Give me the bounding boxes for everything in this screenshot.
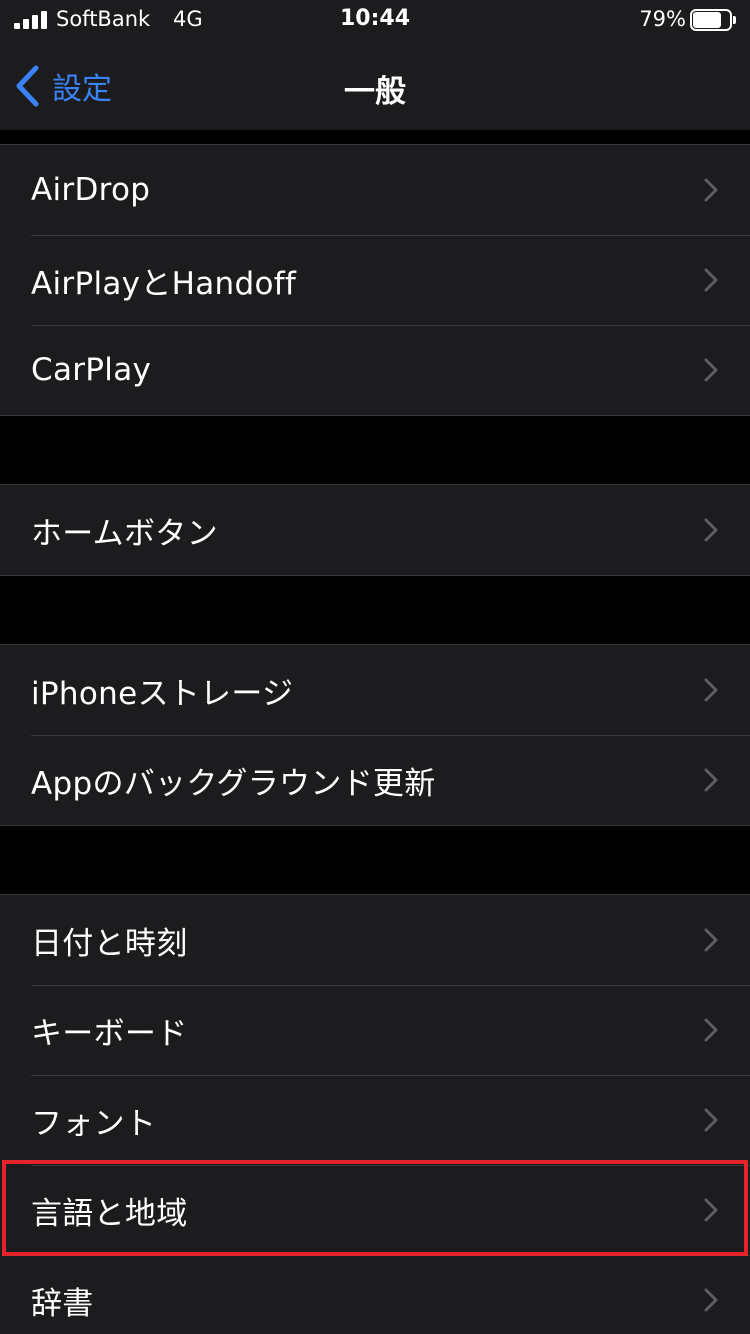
chevron-right-icon (704, 1198, 718, 1222)
list-item-label: AirPlayとHandoff (31, 265, 297, 302)
page-title: 一般 (344, 74, 406, 110)
settings-group-storage: iPhoneストレージ Appのバックグラウンド更新 (0, 644, 750, 826)
settings-general-screen: SoftBank 4G 10:44 79% 設定 一般 AirDrop AirP… (0, 0, 750, 1334)
list-item-date-time[interactable]: 日付と時刻 (0, 895, 750, 985)
list-item-label: AirDrop (31, 172, 151, 208)
list-item-airdrop[interactable]: AirDrop (0, 145, 750, 235)
chevron-right-icon (704, 178, 718, 202)
list-item-background-app-refresh[interactable]: Appのバックグラウンド更新 (0, 735, 750, 825)
list-item-fonts[interactable]: フォント (0, 1075, 750, 1165)
chevron-right-icon (704, 1018, 718, 1042)
settings-group-locale: 日付と時刻 キーボード フォント 言語と地域 辞書 (0, 894, 750, 1334)
list-item-dictionary[interactable]: 辞書 (0, 1255, 750, 1334)
chevron-right-icon (704, 358, 718, 382)
list-item-label: CarPlay (31, 352, 152, 388)
list-item-label: ホームボタン (31, 515, 218, 552)
settings-group-home-button: ホームボタン (0, 484, 750, 576)
status-time: 10:44 (339, 6, 411, 31)
chevron-right-icon (704, 928, 718, 952)
list-item-home-button[interactable]: ホームボタン (0, 485, 750, 575)
chevron-right-icon (704, 518, 718, 542)
list-item-label: 日付と時刻 (31, 925, 188, 962)
list-item-label: iPhoneストレージ (31, 675, 294, 712)
navigation-bar: 設定 一般 (0, 40, 750, 130)
settings-group-connectivity: AirDrop AirPlayとHandoff CarPlay (0, 144, 750, 416)
list-item-label: フォント (31, 1105, 157, 1142)
list-item-label: 言語と地域 (31, 1195, 188, 1232)
list-item-iphone-storage[interactable]: iPhoneストレージ (0, 645, 750, 735)
list-item-airplay-handoff[interactable]: AirPlayとHandoff (0, 235, 750, 325)
list-item-carplay[interactable]: CarPlay (0, 325, 750, 415)
status-bar: SoftBank 4G 10:44 79% (0, 0, 750, 40)
chevron-right-icon (704, 1108, 718, 1132)
chevron-right-icon (704, 678, 718, 702)
list-item-label: キーボード (31, 1015, 188, 1052)
chevron-right-icon (704, 768, 718, 792)
list-item-language-region[interactable]: 言語と地域 (0, 1165, 750, 1255)
chevron-right-icon (704, 1288, 718, 1312)
list-item-label: 辞書 (31, 1285, 94, 1322)
chevron-right-icon (704, 268, 718, 292)
list-item-label: Appのバックグラウンド更新 (31, 765, 436, 802)
list-item-keyboard[interactable]: キーボード (0, 985, 750, 1075)
battery-percentage: 79% (639, 7, 686, 31)
battery-icon (690, 9, 736, 31)
